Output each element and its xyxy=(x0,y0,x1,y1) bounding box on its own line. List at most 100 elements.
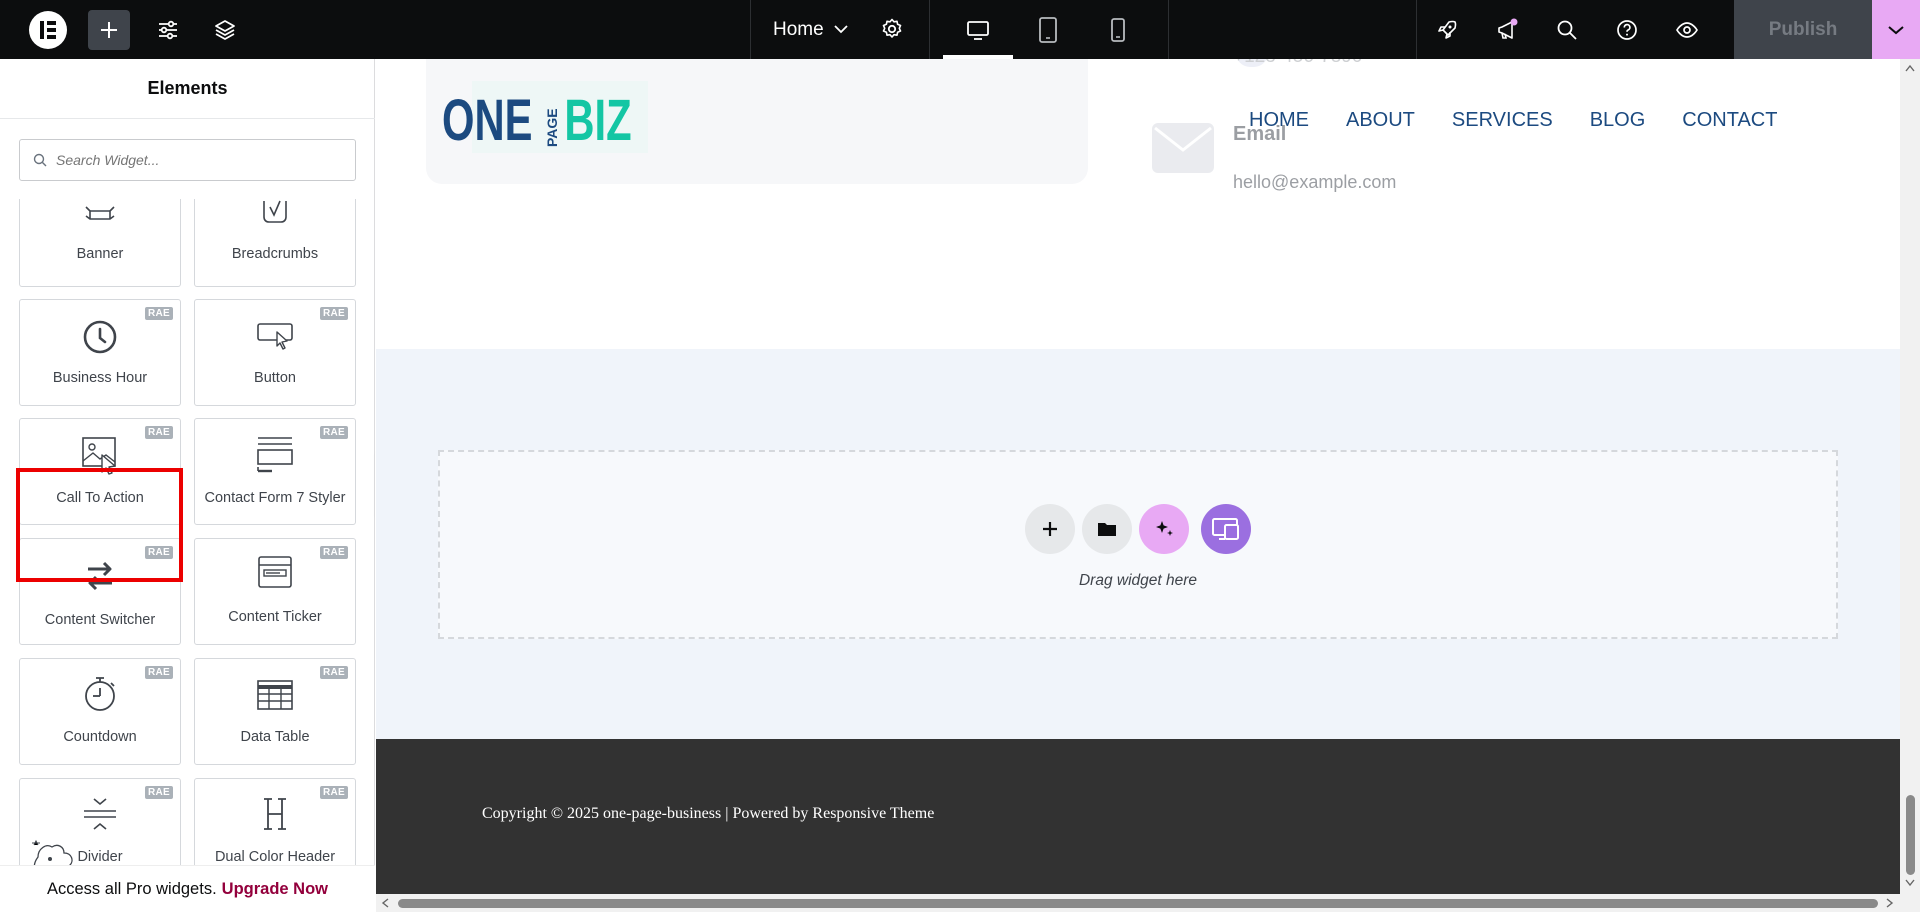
plus-icon xyxy=(1043,522,1057,536)
table-icon xyxy=(257,680,293,710)
nav-contact[interactable]: CONTACT xyxy=(1682,109,1777,132)
empty-section: Drag widget here xyxy=(376,349,1900,739)
search-widget-input[interactable] xyxy=(56,140,346,180)
horizontal-scroll-thumb[interactable] xyxy=(398,899,1878,908)
scroll-left-arrow-icon[interactable] xyxy=(381,898,389,908)
add-element-button[interactable] xyxy=(88,10,130,50)
vertical-scroll-thumb[interactable] xyxy=(1906,795,1915,875)
nav-services[interactable]: SERVICES xyxy=(1452,109,1553,132)
site-logo[interactable]: ONE PAGE BIZ xyxy=(442,81,648,153)
widget-card-business-hour[interactable]: RAE Business Hour xyxy=(19,299,181,406)
help-button[interactable] xyxy=(1597,0,1657,59)
widget-card-divider[interactable]: RAE Divider xyxy=(19,778,181,865)
footer-copyright: Copyright © 2025 one-page-business | Pow… xyxy=(482,805,934,823)
horizontal-scrollbar[interactable] xyxy=(376,894,1920,912)
clock-icon xyxy=(83,320,117,354)
page-selector-label: Home xyxy=(773,18,824,40)
megaphone-icon xyxy=(1498,18,1518,39)
add-section-button[interactable] xyxy=(1025,504,1075,554)
tablet-mode-button[interactable] xyxy=(1013,0,1083,59)
highlight-box xyxy=(16,468,183,582)
upgrade-now-link[interactable]: Upgrade Now xyxy=(222,880,328,899)
scroll-down-arrow-icon[interactable] xyxy=(1905,879,1915,887)
widget-card-data-table[interactable]: RAE Data Table xyxy=(194,658,356,765)
plus-icon xyxy=(101,22,117,38)
nav-about[interactable]: ABOUT xyxy=(1346,109,1415,132)
widget-card-dual-color-header[interactable]: RAE Dual Color Header xyxy=(194,778,356,865)
editor-canvas: +123-456-7890 Email hello@example.com ON… xyxy=(376,59,1900,894)
search-icon xyxy=(1557,20,1577,40)
mobile-icon xyxy=(1111,17,1125,42)
mobile-mode-button[interactable] xyxy=(1083,0,1153,59)
widget-label: Business Hour xyxy=(52,370,148,386)
sliders-icon xyxy=(159,20,177,39)
panel-title: Elements xyxy=(0,59,375,119)
eye-icon xyxy=(1676,21,1698,38)
vertical-scrollbar[interactable] xyxy=(1900,59,1920,894)
divider-icon xyxy=(84,798,116,830)
ticker-icon xyxy=(258,556,292,588)
banner-icon xyxy=(85,206,115,220)
widget-label: Banner xyxy=(76,246,124,262)
search-icon xyxy=(33,153,47,167)
sparkle-icon xyxy=(1156,521,1173,536)
widget-label: Countdown xyxy=(63,729,137,745)
whats-new-button[interactable] xyxy=(1477,0,1537,59)
folder-icon xyxy=(1098,523,1116,536)
gear-icon[interactable] xyxy=(881,18,903,40)
widget-grid: Banner Breadcrumbs RAE Business Hour RAE… xyxy=(0,199,375,865)
drop-zone[interactable]: Drag widget here xyxy=(438,450,1838,639)
widget-card-content-ticker[interactable]: RAE Content Ticker xyxy=(194,538,356,645)
nav-home[interactable]: HOME xyxy=(1249,109,1309,132)
site-nav: HOME ABOUT SERVICES BLOG CONTACT xyxy=(1249,109,1814,132)
site-settings-button[interactable] xyxy=(147,0,189,59)
scroll-up-arrow-icon[interactable] xyxy=(1905,64,1915,72)
publish-options-button[interactable] xyxy=(1872,0,1920,59)
widget-card-breadcrumbs[interactable]: Breadcrumbs xyxy=(194,199,356,287)
tablet-icon xyxy=(1039,16,1057,43)
structure-button[interactable] xyxy=(204,0,246,59)
widget-label: Button xyxy=(254,370,296,386)
widget-card-button[interactable]: RAE Button xyxy=(194,299,356,406)
form-icon xyxy=(257,437,293,473)
drag-widget-text: Drag widget here xyxy=(1078,572,1198,589)
desktop-icon xyxy=(967,20,989,40)
widget-label: Dual Color Header xyxy=(214,849,336,865)
preview-button[interactable] xyxy=(1657,0,1717,59)
finder-button[interactable] xyxy=(1537,0,1597,59)
svg-text:ONE: ONE xyxy=(442,87,532,152)
elements-panel: Elements Banner Breadcrumbs RAE Business… xyxy=(0,59,375,912)
editor-top-bar: Home Publish xyxy=(0,0,1920,59)
add-template-button[interactable] xyxy=(1082,504,1132,554)
chevron-down-icon xyxy=(834,25,848,34)
ai-generate-button[interactable] xyxy=(1139,504,1189,554)
widget-label: Contact Form 7 Styler xyxy=(204,490,346,506)
breadcrumbs-icon xyxy=(263,200,287,223)
stopwatch-icon xyxy=(85,677,115,711)
site-launch-button[interactable] xyxy=(1417,0,1477,59)
nav-blog[interactable]: BLOG xyxy=(1590,109,1646,132)
responsive-mode-switcher xyxy=(929,0,1169,59)
search-widget-box[interactable] xyxy=(19,139,356,181)
widget-label: Content Ticker xyxy=(228,609,322,625)
svg-text:PAGE: PAGE xyxy=(544,108,560,147)
scroll-right-arrow-icon[interactable] xyxy=(1886,898,1894,908)
publish-button[interactable]: Publish xyxy=(1734,0,1872,59)
widget-card-banner[interactable]: Banner xyxy=(19,199,181,287)
upgrade-banner: Access all Pro widgets. Upgrade Now xyxy=(0,865,375,912)
widget-label: Data Table xyxy=(240,729,310,745)
responsive-container-button[interactable] xyxy=(1201,504,1251,554)
chevron-down-icon xyxy=(1888,25,1904,34)
toolbar-right-group xyxy=(1416,0,1734,59)
desktop-mode-button[interactable] xyxy=(943,0,1013,59)
help-icon xyxy=(1617,19,1637,40)
elementor-logo-icon[interactable] xyxy=(29,11,67,49)
site-header: ONE PAGE BIZ HOME ABOUT SERVICES BLOG CO… xyxy=(376,59,1900,185)
widget-card-contact-form-7-styler[interactable]: RAE Contact Form 7 Styler xyxy=(194,418,356,525)
header-h-icon xyxy=(264,798,286,830)
widget-card-countdown[interactable]: RAE Countdown xyxy=(19,658,181,765)
responsive-theme-link[interactable]: Responsive Theme xyxy=(812,805,934,822)
layers-icon xyxy=(215,19,235,40)
upgrade-text: Access all Pro widgets. xyxy=(47,879,217,898)
page-selector[interactable]: Home xyxy=(750,0,930,59)
